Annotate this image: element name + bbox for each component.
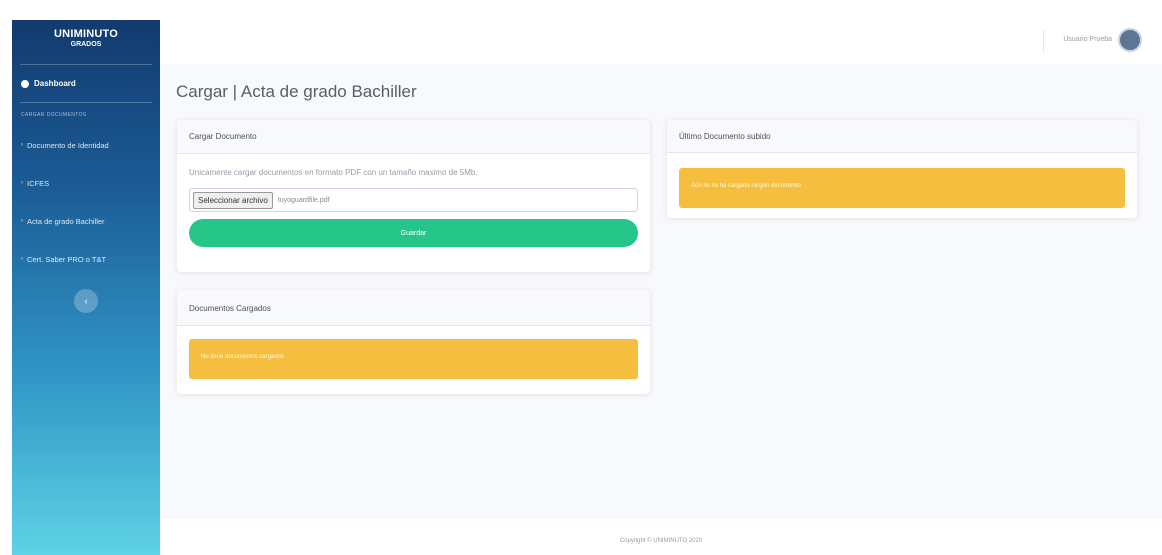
footer: Copyright © UNIMINUTO 2020 (160, 519, 1162, 555)
warning-alert: No tiene documentos cargados (189, 339, 638, 379)
last-document-header: Último Documento subido (667, 120, 1137, 153)
choose-file-button[interactable]: Seleccionar archivo (193, 191, 273, 209)
copyright-text: Copyright © UNIMINUTO 2020 (619, 538, 703, 544)
dashboard-icon (21, 79, 29, 88)
brand-name: UNIMINUTO (54, 28, 118, 40)
sidebar-item-label: ICFES (27, 178, 50, 188)
sidebar-item-label: Cert. Saber PRO o T&T (27, 254, 107, 264)
sidebar-item-label: Dashboard (34, 79, 76, 88)
page-title: Cargar | Acta de grado Bachiller (176, 82, 417, 101)
topbar: Usuario Prueba (160, 20, 1162, 64)
loaded-documents-card: Documentos Cargados No tiene documentos … (177, 290, 650, 394)
sidebar-toggle-button[interactable]: ‹ (74, 289, 98, 313)
upload-card: Cargar Documento Unicamente cargar docum… (177, 120, 650, 272)
chevron-right-icon: › (21, 180, 23, 186)
sidebar-item-label: Documento de Identidad (27, 140, 109, 150)
sidebar-item-acta-grado[interactable]: › Acta de grado Bachiller (12, 202, 160, 240)
chevron-left-icon: ‹ (84, 296, 88, 306)
loaded-documents-body: No tiene documentos cargados (177, 326, 650, 391)
sidebar-item-label: Acta de grado Bachiller (27, 216, 105, 226)
warning-alert: Aún no se ha cargado ningún documento (679, 168, 1125, 208)
user-name[interactable]: Usuario Prueba (1063, 36, 1112, 43)
chevron-right-icon: › (21, 218, 23, 224)
save-button[interactable]: Guardar (189, 219, 638, 247)
chevron-right-icon: › (21, 142, 23, 148)
sidebar-heading: CARGAR DOCUMENTOS (21, 112, 87, 118)
last-document-body: Aún no se ha cargado ningún documento (667, 153, 1137, 218)
file-input[interactable]: Seleccionar archivo tuyoguardfile.pdf (189, 188, 638, 212)
brand-logo[interactable]: UNIMINUTO GRADOS (12, 20, 160, 64)
sidebar-item-documento-identidad[interactable]: › Documento de Identidad (12, 126, 160, 164)
topbar-divider (1043, 30, 1044, 52)
upload-card-header: Cargar Documento (177, 120, 650, 154)
brand-subtitle: GRADOS (70, 41, 102, 48)
last-document-card: Último Documento subido Aún no se ha car… (667, 120, 1137, 218)
upload-card-body: Unicamente cargar documentos en formato … (177, 154, 650, 259)
file-name: tuyoguardfile.pdf (277, 196, 330, 204)
chevron-right-icon: › (21, 256, 23, 262)
upload-hint: Unicamente cargar documentos en formato … (189, 168, 478, 177)
sidebar: UNIMINUTO GRADOS Dashboard CARGAR DOCUME… (12, 20, 160, 555)
sidebar-item-icfes[interactable]: › ICFES (12, 164, 160, 202)
main-content: Cargar | Acta de grado Bachiller Cargar … (160, 64, 1162, 519)
sidebar-item-dashboard[interactable]: Dashboard (12, 65, 160, 102)
avatar[interactable] (1118, 28, 1142, 52)
sidebar-item-saber-pro[interactable]: › Cert. Saber PRO o T&T (12, 240, 160, 278)
loaded-documents-header: Documentos Cargados (177, 290, 650, 326)
